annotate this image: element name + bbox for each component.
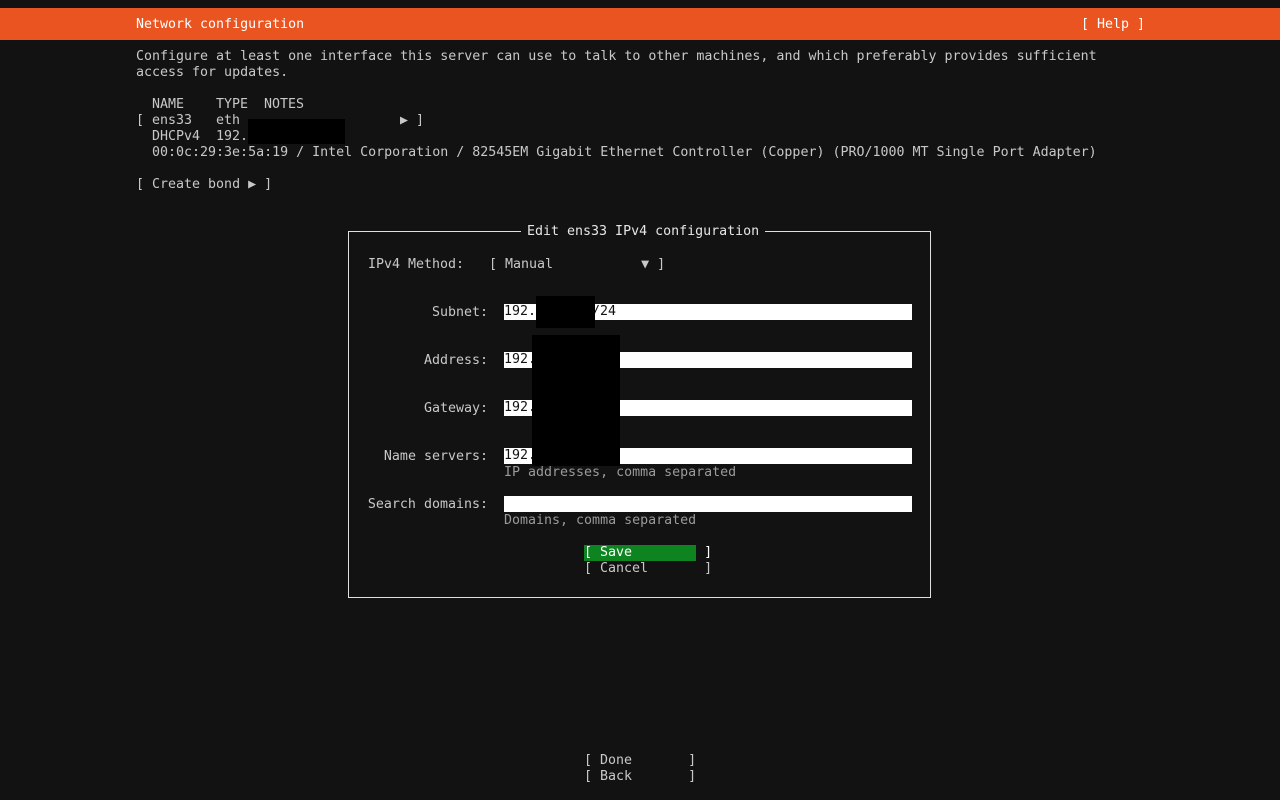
save-button[interactable]: [ Save ] bbox=[584, 545, 712, 561]
dhcp-label: DHCPv4 bbox=[152, 129, 201, 144]
cancel-button[interactable]: [ Cancel ] bbox=[584, 561, 712, 577]
subnet-label: Subnet: bbox=[431, 305, 488, 320]
interface-menu-arrow[interactable]: ▶ ] bbox=[400, 113, 424, 129]
ipv4-method-label: IPv4 Method: bbox=[368, 257, 465, 272]
done-button[interactable]: [ Done ] bbox=[584, 753, 696, 769]
search-domains-label: Search domains: bbox=[367, 497, 488, 512]
intro-text: Configure at least one interface this se… bbox=[136, 49, 1097, 80]
column-header-type: TYPE bbox=[216, 97, 249, 112]
interface-name: ens33 bbox=[152, 113, 193, 128]
name-servers-label: Name servers: bbox=[383, 449, 488, 464]
name-servers-hint: IP addresses, comma separated bbox=[504, 465, 737, 480]
page-title: Network configuration bbox=[136, 17, 305, 32]
back-button[interactable]: [ Back ] bbox=[584, 769, 696, 785]
row-open-bracket: [ bbox=[136, 113, 145, 128]
gateway-label: Gateway: bbox=[423, 401, 488, 416]
redaction-box bbox=[248, 119, 345, 144]
subnet-prefix: 192. bbox=[504, 304, 537, 319]
search-domains-hint: Domains, comma separated bbox=[504, 513, 697, 528]
column-header-name: NAME bbox=[152, 97, 185, 112]
search-domains-input[interactable] bbox=[504, 496, 912, 512]
ipv4-method-select[interactable]: [ Manual ▼ ] bbox=[489, 257, 665, 273]
interface-type: eth bbox=[216, 113, 241, 128]
redaction-box bbox=[532, 335, 620, 466]
create-bond-button[interactable]: [ Create bond ▶ ] bbox=[136, 177, 272, 193]
help-button[interactable]: [ Help ] bbox=[1081, 17, 1145, 33]
hardware-info: 00:0c:29:3e:5a:19 / Intel Corporation / … bbox=[152, 145, 1097, 160]
header-bar: Network configuration [ Help ] bbox=[0, 8, 1280, 40]
column-header-notes: NOTES bbox=[264, 97, 305, 112]
dialog-title: Edit ens33 IPv4 configuration bbox=[521, 224, 766, 240]
dhcp-address: 192. bbox=[216, 129, 249, 144]
address-label: Address: bbox=[423, 353, 488, 368]
redaction-box bbox=[536, 296, 595, 328]
subnet-suffix: /24 bbox=[592, 304, 617, 319]
